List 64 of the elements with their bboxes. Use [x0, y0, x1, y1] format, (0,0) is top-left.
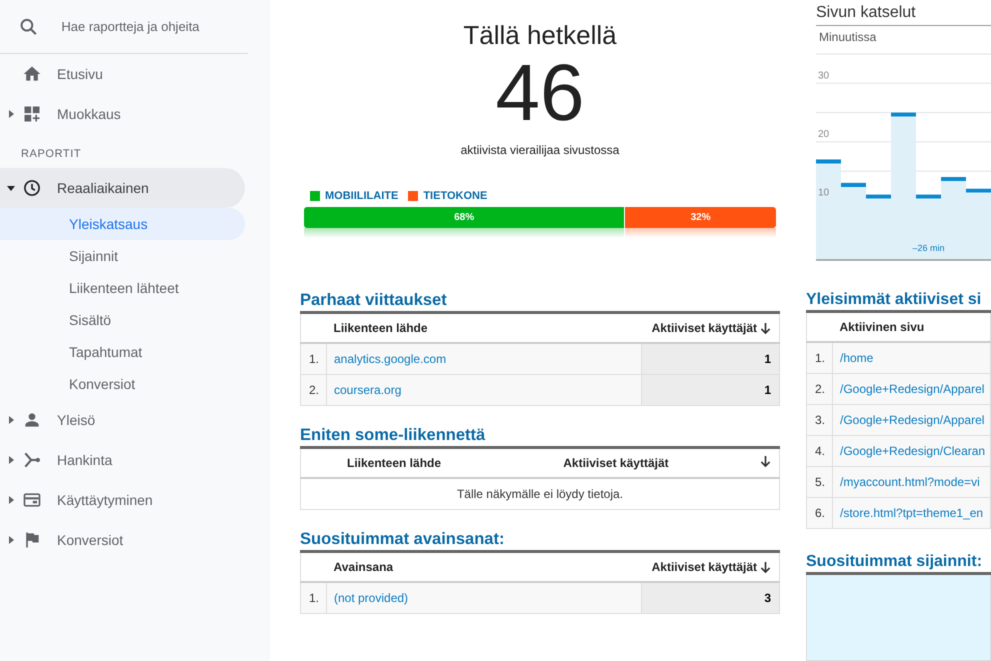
chart-bar [966, 188, 991, 259]
nav-item[interactable]: Konversiot [0, 520, 245, 560]
column-header[interactable]: Aktiiviset käyttäjät [652, 560, 757, 574]
source-link[interactable]: analytics.google.com [334, 352, 446, 366]
nav-item[interactable]: Reaaliaikainen [0, 168, 245, 208]
caret-icon[interactable] [7, 110, 15, 118]
value-cell: 3 [642, 582, 780, 614]
caret-icon[interactable] [7, 184, 15, 192]
value-cell: 1 [642, 343, 780, 374]
clock-icon [22, 178, 42, 198]
section-heading: Suosituimmat avainsanat: [300, 530, 780, 553]
rank-cell: 1. [806, 342, 832, 374]
axis-tick-label: 10 [818, 187, 830, 198]
rank-cell: 1. [300, 343, 326, 374]
search-field[interactable]: Hae raportteja ja ohjeita [59, 18, 248, 35]
sort-icon[interactable] [760, 560, 771, 574]
rank-cell: 4. [806, 436, 832, 466]
caret-icon[interactable] [7, 416, 15, 424]
sub-nav-item[interactable]: Sisältö [0, 304, 245, 336]
sub-nav-item[interactable]: Sijainnit [0, 240, 245, 272]
page-link[interactable]: /home [840, 351, 874, 365]
rank-cell: 2. [806, 374, 832, 404]
nav-item[interactable]: Hankinta [0, 440, 245, 480]
active-users-count: 46 [496, 51, 584, 135]
axis-tick-label: 30 [818, 70, 830, 82]
axis-tick-label: 20 [818, 128, 830, 140]
rank-cell: 6. [806, 498, 832, 528]
nav-item[interactable]: Yleisö [0, 400, 245, 440]
section-label: RAPORTIT [20, 147, 82, 162]
device-share-bar: 68% [304, 207, 624, 228]
legend-label: MOBIILILAITE [325, 190, 398, 202]
active-users-caption: aktiivista vierailijaa sivustossa [460, 143, 620, 157]
sub-nav-item[interactable]: Konversiot [0, 368, 245, 400]
column-header[interactable]: Aktiiviset käyttäjät [652, 321, 757, 335]
realtime-title: Tällä hetkellä [463, 20, 617, 51]
caret-icon[interactable] [7, 496, 15, 504]
keyword-link[interactable]: (not provided) [334, 591, 408, 605]
value-cell: 1 [642, 374, 780, 406]
source-link[interactable]: coursera.org [334, 383, 402, 397]
rank-cell: 2. [300, 374, 326, 406]
axis-label: –26 min [912, 243, 945, 253]
chart-title: Sivun katselut [816, 0, 991, 26]
legend-label: TIETOKONE [423, 190, 488, 202]
sub-nav-item[interactable]: Tapahtumat [0, 336, 245, 368]
sub-nav-item[interactable]: Yleiskatsaus [0, 208, 245, 240]
rank-cell: 5. [806, 466, 832, 498]
nav-item[interactable]: Muokkaus [0, 94, 245, 134]
device-share-bar: 32% [625, 207, 776, 228]
caret-icon[interactable] [7, 456, 15, 464]
rank-cell: 1. [300, 582, 326, 614]
nav-item[interactable]: Etusivu [0, 54, 245, 94]
empty-message: Tälle näkymälle ei löydy tietoja. [300, 478, 780, 510]
caret-icon[interactable] [7, 536, 15, 544]
section-heading: Eniten some-liikennettä [300, 426, 780, 449]
nav-item[interactable]: Käyttäytyminen [0, 480, 245, 520]
rank-cell: 3. [806, 404, 832, 436]
sort-icon[interactable] [760, 455, 771, 468]
sort-icon[interactable] [760, 322, 771, 334]
sub-nav-item[interactable]: Liikenteen lähteet [0, 272, 245, 304]
section-heading: Yleisimmät aktiiviset si [806, 291, 991, 313]
chart-subtitle: Minuutissa [818, 30, 878, 44]
branch-icon [22, 450, 42, 470]
dashboard-plus-icon [22, 104, 42, 124]
section-heading: Parhaat viittaukset [300, 291, 780, 314]
